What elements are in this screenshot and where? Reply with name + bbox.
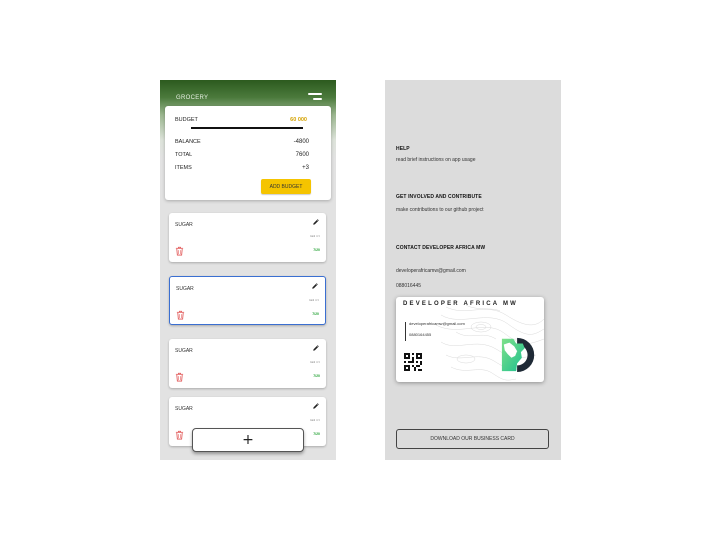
item-name: SUGAR [175, 406, 193, 412]
pencil-icon[interactable] [312, 218, 320, 226]
item-qty-sub: 3/4 [315, 418, 320, 422]
item-qty-sub: 3/4 [315, 360, 320, 364]
item-quantity: 1x4 3/4 [310, 418, 320, 422]
total-label: TOTAL [175, 152, 193, 158]
hamburger-menu-icon[interactable] [308, 92, 322, 102]
contact-phone[interactable]: 088016445 [396, 283, 421, 289]
pencil-icon[interactable] [312, 344, 320, 352]
item-quantity: 1x4 3/4 [310, 360, 320, 364]
item-qty-value: 1x4 [309, 298, 314, 302]
items-value: +3 [302, 165, 309, 171]
item-quantity: 1x4 3/4 [310, 234, 320, 238]
budget-card: BUDGET 60 000 BALANCE -4800 TOTAL 7600 I… [165, 106, 331, 200]
budget-divider [191, 127, 303, 129]
item-price: 7/20 [313, 248, 320, 252]
item-qty-value: 1x4 [310, 360, 315, 364]
trash-icon[interactable] [176, 310, 185, 320]
balance-value: -4800 [293, 139, 309, 145]
help-link[interactable]: read brief instructions on app usage [396, 157, 476, 163]
items-label: ITEMS [175, 165, 192, 171]
help-title: HELP [396, 146, 410, 152]
item-qty-sub: 3/4 [315, 234, 320, 238]
contact-title: CONTACT DEVELOPER AFRICA MW [396, 245, 486, 251]
item-price: 7/20 [313, 432, 320, 436]
item-name: SUGAR [176, 286, 194, 292]
developer-africa-logo-icon [501, 337, 535, 373]
trash-icon[interactable] [175, 372, 184, 382]
grocery-screen: GROCERY BUDGET 60 000 BALANCE -4800 TOTA… [160, 80, 336, 460]
app-title: GROCERY [176, 95, 209, 101]
pencil-icon[interactable] [311, 282, 319, 290]
trash-icon[interactable] [175, 246, 184, 256]
item-qty-value: 1x4 [310, 234, 315, 238]
item-name: SUGAR [175, 348, 193, 354]
add-item-button[interactable]: + [192, 428, 304, 452]
plus-icon: + [242, 432, 254, 448]
grocery-item-card[interactable]: SUGAR 1x4 3/4 7/20 [169, 276, 326, 325]
business-card-divider [405, 322, 406, 341]
item-name: SUGAR [175, 222, 193, 228]
download-business-card-button[interactable]: DOWNLOAD OUR BUSINESS CARD [396, 429, 549, 449]
item-quantity: 1x4 3/4 [309, 298, 319, 302]
pencil-icon[interactable] [312, 402, 320, 410]
item-qty-value: 1x4 [310, 418, 315, 422]
grocery-item-card[interactable]: SUGAR 1x4 3/4 7/20 [169, 339, 326, 388]
contribute-title: GET INVOLVED AND CONTRIBUTE [396, 194, 482, 200]
budget-value: 60 000 [290, 117, 307, 123]
add-budget-button[interactable]: ADD BUDGET [261, 179, 311, 194]
contact-email[interactable]: developerafricamw@gmail.com [396, 268, 466, 274]
contribute-link[interactable]: make contributions to our github project [396, 207, 484, 213]
grocery-item-card[interactable]: SUGAR 1x4 3/4 7/20 [169, 213, 326, 262]
item-price: 7/20 [312, 312, 319, 316]
business-card: DEVELOPER AFRICA MW developerafricamw@gm… [396, 297, 544, 382]
budget-label: BUDGET [175, 117, 198, 123]
info-screen: HELP read brief instructions on app usag… [385, 80, 561, 460]
item-qty-sub: 3/4 [314, 298, 319, 302]
business-card-email: developerafricamw@gmail.com [409, 321, 465, 326]
business-card-phone: 0880164455 [409, 332, 432, 337]
balance-label: BALANCE [175, 139, 201, 145]
total-value: 7600 [295, 152, 309, 158]
business-card-title: DEVELOPER AFRICA MW [403, 301, 519, 307]
item-price: 7/20 [313, 374, 320, 378]
qr-code-icon [404, 353, 422, 371]
trash-icon[interactable] [175, 430, 184, 440]
